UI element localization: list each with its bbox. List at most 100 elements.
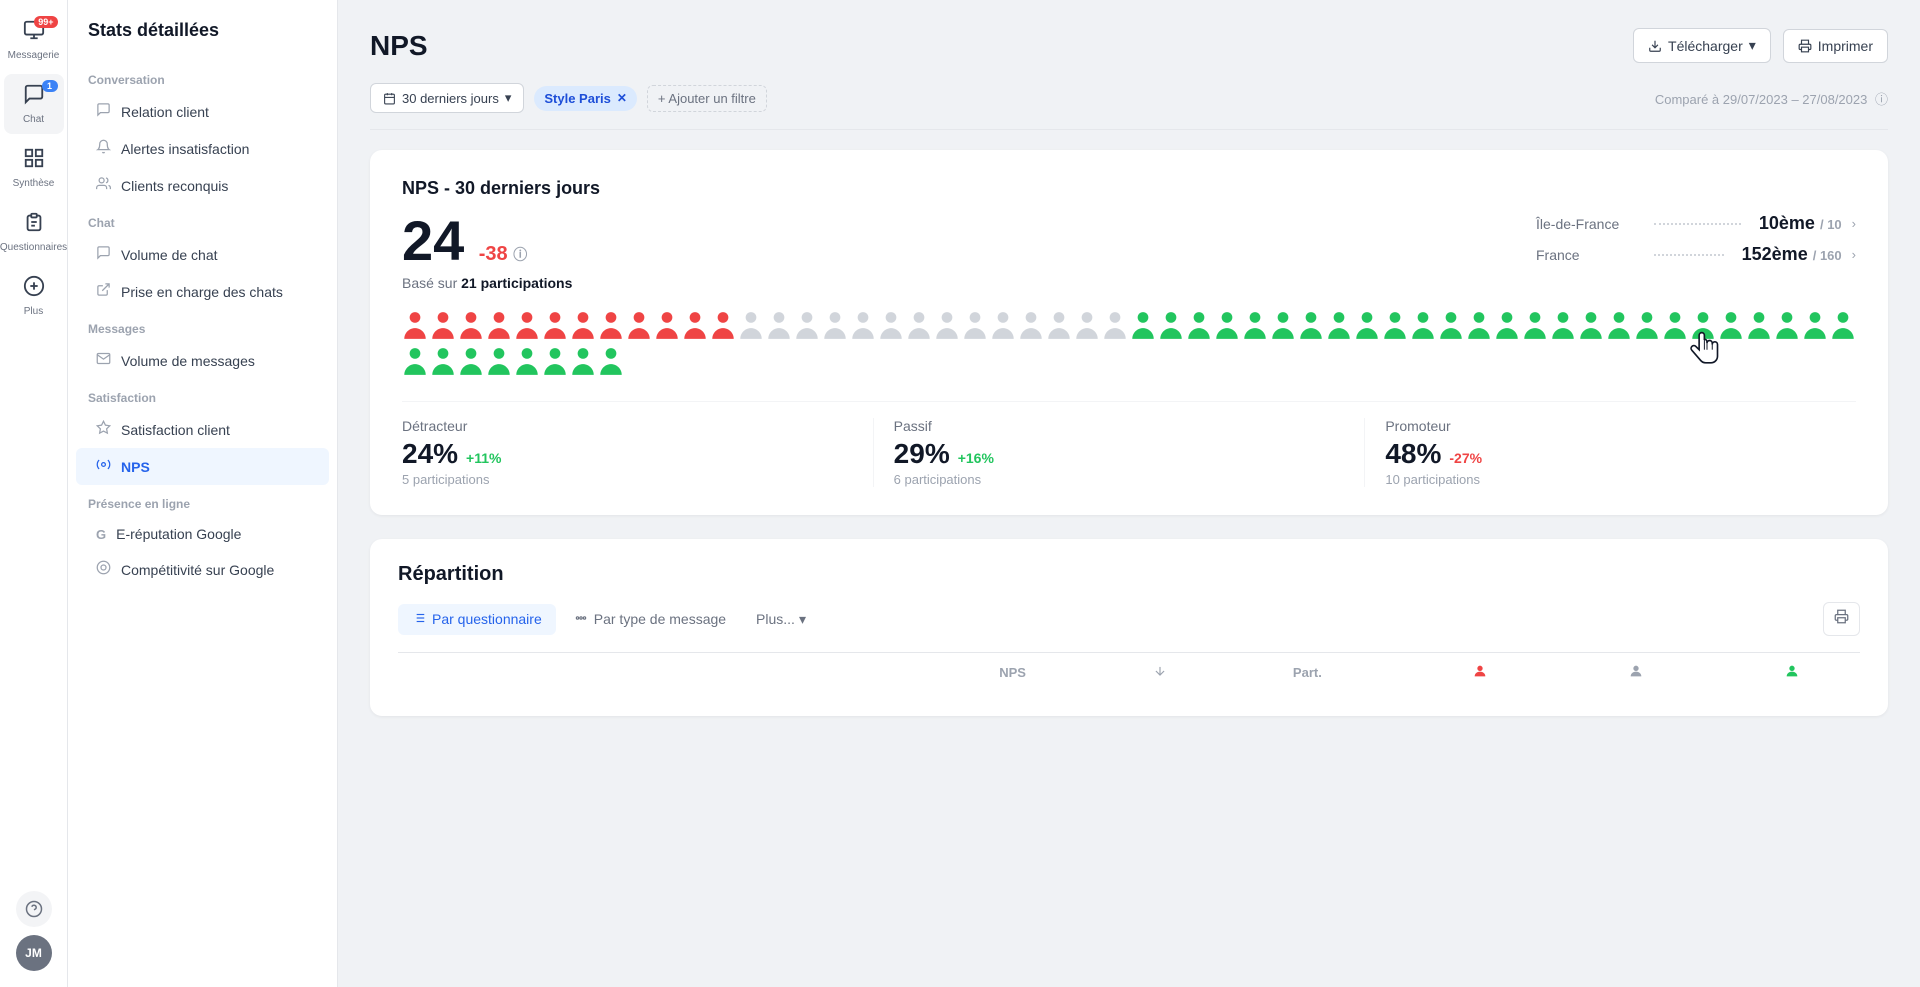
person-green — [514, 347, 540, 381]
nav-questionnaires-label: Questionnaires — [0, 242, 67, 253]
sidebar-item-satisfaction-client[interactable]: Satisfaction client — [76, 411, 329, 448]
sidebar-item-volume-messages[interactable]: Volume de messages — [76, 342, 329, 379]
sidebar-item-prise-en-charge[interactable]: Prise en charge des chats — [76, 273, 329, 310]
person-red — [626, 311, 652, 345]
nav-plus-label: Plus — [24, 306, 43, 317]
sidebar-item-relation-client[interactable]: Relation client — [76, 93, 329, 130]
alertes-label: Alertes insatisfaction — [121, 141, 249, 157]
tab-questionnaire-label: Par questionnaire — [432, 611, 542, 627]
volume-messages-icon — [96, 351, 111, 370]
sidebar-section-satisfaction: Satisfaction — [68, 379, 337, 411]
person-green — [1718, 311, 1744, 345]
sidebar-section-presence: Présence en ligne — [68, 485, 337, 517]
th-part: Part. — [1222, 665, 1392, 680]
print-small-icon — [1834, 609, 1849, 624]
person-green — [1662, 311, 1688, 345]
sidebar-section-messages: Messages — [68, 310, 337, 342]
sidebar-item-alertes[interactable]: Alertes insatisfaction — [76, 130, 329, 167]
person-red — [542, 311, 568, 345]
questionnaires-icon — [23, 211, 45, 239]
nav-messagerie[interactable]: 99+ Messagerie — [4, 10, 64, 70]
person-green — [1354, 311, 1380, 345]
filter-bar: 30 derniers jours ▾ Style Paris ✕ + Ajou… — [370, 83, 1888, 130]
e-reputation-label: E-réputation Google — [116, 526, 241, 542]
person-red — [598, 311, 624, 345]
person-gray — [822, 311, 848, 345]
passif-change: +16% — [958, 450, 994, 466]
date-filter-button[interactable]: 30 derniers jours ▾ — [370, 83, 524, 113]
person-green — [1494, 311, 1520, 345]
person-green — [1606, 311, 1632, 345]
person-green — [1802, 311, 1828, 345]
rank-arrow-2[interactable]: › — [1852, 247, 1856, 262]
nav-chat[interactable]: 1 Chat — [4, 74, 64, 134]
rank-arrow-1[interactable]: › — [1852, 216, 1856, 231]
relation-client-label: Relation client — [121, 104, 209, 120]
nps-rankings: Île-de-France 10ème / 10 › France 152ème… — [1536, 213, 1856, 275]
th-sort-icon[interactable] — [1118, 664, 1203, 681]
style-paris-filter-tag[interactable]: Style Paris ✕ — [534, 86, 637, 111]
clients-reconquis-label: Clients reconquis — [121, 178, 228, 194]
synthese-icon — [23, 147, 45, 175]
person-green — [1634, 311, 1660, 345]
satisfaction-client-label: Satisfaction client — [121, 422, 230, 438]
promoteur-change: -27% — [1449, 450, 1482, 466]
stats-row: Détracteur 24% +11% 5 participations Pas… — [402, 401, 1856, 487]
date-chevron-icon: ▾ — [505, 90, 512, 106]
download-chevron: ▾ — [1749, 37, 1756, 54]
calendar-icon — [383, 92, 396, 105]
sidebar-item-competitivite[interactable]: Compétitivité sur Google — [76, 551, 329, 588]
person-red — [682, 311, 708, 345]
sidebar-item-e-reputation[interactable]: G E-réputation Google — [76, 517, 329, 551]
rank-row-ile-de-france: Île-de-France 10ème / 10 › — [1536, 213, 1856, 234]
table-header-row: NPS Part. — [398, 652, 1860, 692]
sidebar-section-conversation: Conversation — [68, 61, 337, 93]
sidebar-item-clients-reconquis[interactable]: Clients reconquis — [76, 167, 329, 204]
tag-close-icon[interactable]: ✕ — [617, 91, 627, 105]
stat-promoteur: Promoteur 48% -27% 10 participations — [1364, 418, 1856, 487]
competitivite-label: Compétitivité sur Google — [121, 562, 274, 578]
detracteur-participations: 5 participations — [402, 472, 873, 487]
nav-questionnaires[interactable]: Questionnaires — [4, 202, 64, 262]
compare-help-icon: ⓘ — [1875, 92, 1888, 107]
tag-label: Style Paris — [544, 91, 611, 106]
messagerie-badge: 99+ — [34, 16, 57, 28]
print-label: Imprimer — [1818, 38, 1873, 54]
person-green — [402, 347, 428, 381]
th-green — [1724, 663, 1860, 682]
rank-france-label: France — [1536, 247, 1636, 263]
tab-plus[interactable]: Plus... ▾ — [744, 604, 818, 635]
stat-passif: Passif 29% +16% 6 participations — [873, 418, 1365, 487]
nav-synthese-label: Synthèse — [13, 178, 55, 189]
person-green — [542, 347, 568, 381]
header-actions: Télécharger ▾ Imprimer — [1633, 28, 1888, 63]
rank-ile-de-france-label: Île-de-France — [1536, 216, 1636, 232]
questionnaire-tab-icon — [412, 611, 426, 628]
th-red — [1412, 663, 1548, 682]
print-button[interactable]: Imprimer — [1783, 29, 1888, 63]
person-green — [486, 347, 512, 381]
download-button[interactable]: Télécharger ▾ — [1633, 28, 1771, 63]
person-red — [458, 311, 484, 345]
person-red — [514, 311, 540, 345]
add-filter-label: + Ajouter un filtre — [658, 91, 756, 106]
person-gray — [766, 311, 792, 345]
sidebar: Stats détaillées Conversation Relation c… — [68, 0, 338, 987]
detracteur-value-row: 24% +11% — [402, 438, 873, 470]
person-red — [570, 311, 596, 345]
passif-participations: 6 participations — [894, 472, 1365, 487]
repartition-print-button[interactable] — [1823, 602, 1860, 636]
nav-plus[interactable]: Plus — [4, 266, 64, 326]
help-icon-btn[interactable] — [16, 891, 52, 927]
person-green — [1466, 311, 1492, 345]
user-avatar[interactable]: JM — [16, 935, 52, 971]
person-red — [486, 311, 512, 345]
tab-par-type-message[interactable]: Par type de message — [560, 604, 740, 635]
sidebar-item-nps[interactable]: NPS — [76, 448, 329, 485]
nav-synthese[interactable]: Synthèse — [4, 138, 64, 198]
add-filter-button[interactable]: + Ajouter un filtre — [647, 85, 767, 112]
download-icon — [1648, 39, 1662, 53]
person-green — [1130, 311, 1156, 345]
sidebar-item-volume-chat[interactable]: Volume de chat — [76, 236, 329, 273]
tab-par-questionnaire[interactable]: Par questionnaire — [398, 604, 556, 635]
